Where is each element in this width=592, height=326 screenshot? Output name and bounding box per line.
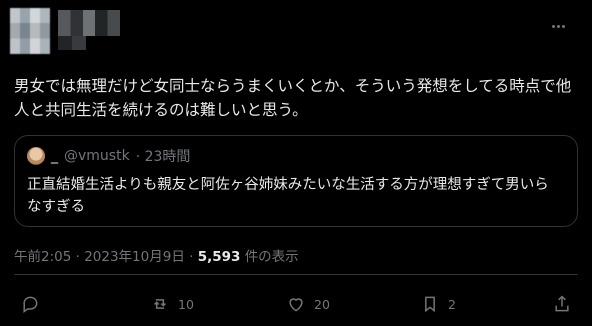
share-button[interactable]	[552, 294, 572, 314]
quote-author-name[interactable]: _	[51, 148, 58, 164]
retweet-count: 10	[178, 296, 194, 312]
bookmark-count: 2	[448, 296, 456, 312]
quoted-tweet[interactable]: _ @vmustk · 23時間 正直結婚生活よりも親友と阿佐ヶ谷姉妹みたいな生…	[14, 135, 578, 227]
divider	[14, 274, 578, 275]
retweet-button[interactable]: 10	[150, 294, 194, 314]
quote-time: · 23時間	[135, 149, 191, 165]
more-icon[interactable]	[548, 16, 568, 36]
views-label: 件の表示	[244, 249, 299, 265]
like-icon	[289, 298, 303, 312]
quote-avatar[interactable]	[27, 147, 45, 165]
bookmark-button[interactable]: 2	[420, 294, 456, 314]
tweet-text: 男女では無理だけど女同士ならうまくいくとか、そういう発想をしてる時点で他人と共同…	[14, 77, 572, 119]
retweet-icon	[154, 299, 166, 309]
reply-icon	[23, 296, 38, 313]
like-count: 20	[314, 296, 330, 312]
author-avatar[interactable]	[10, 8, 50, 54]
tweet-meta: 午前2:05 · 2023年10月9日 · 5,593 件の表示	[14, 245, 299, 265]
quote-author-handle[interactable]: @vmustk	[64, 148, 130, 164]
reply-button[interactable]	[20, 294, 48, 314]
author-name-blurred[interactable]	[58, 10, 120, 36]
bookmark-icon	[425, 296, 435, 313]
quote-text: 正直結婚生活よりも親友と阿佐ヶ谷姉妹みたいな生活する方が理想すぎて男いらなすぎる	[27, 177, 549, 215]
tweet-actions: 10 20 2	[0, 288, 592, 318]
like-button[interactable]: 20	[286, 294, 330, 314]
views-count: 5,593	[197, 249, 241, 265]
author-handle-blurred[interactable]	[58, 36, 86, 50]
quote-header: _ @vmustk · 23時間	[27, 146, 190, 166]
share-icon	[555, 295, 569, 312]
tweet-timestamp[interactable]: 午前2:05 · 2023年10月9日 ·	[14, 249, 198, 265]
